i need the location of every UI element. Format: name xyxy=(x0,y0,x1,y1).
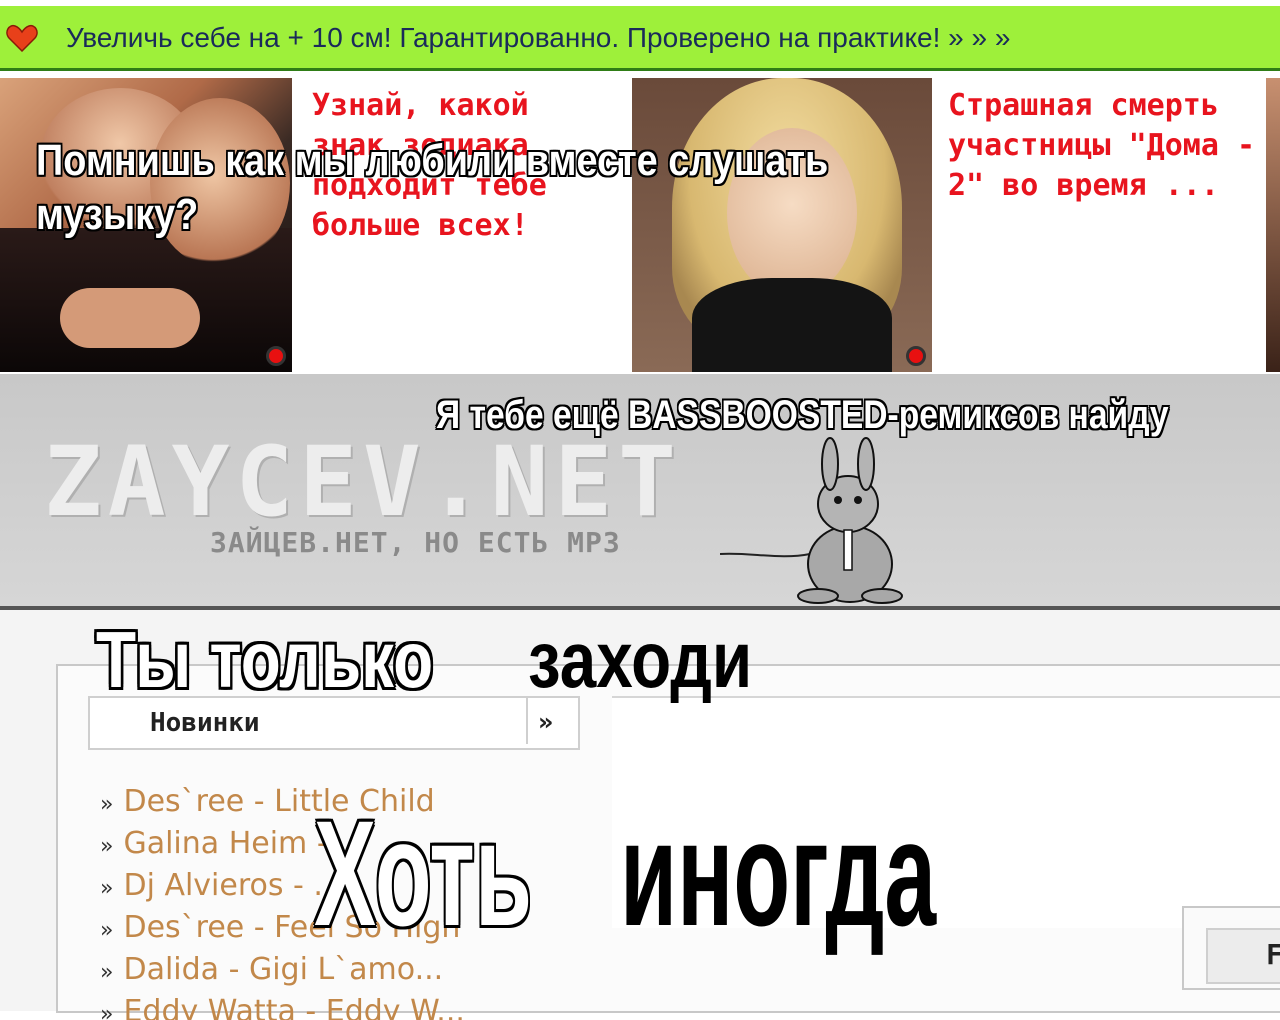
ad-close-icon[interactable] xyxy=(906,346,926,366)
list-item[interactable]: » Eddy Watta - Eddy W... xyxy=(100,992,465,1020)
bunny-mascot-icon xyxy=(720,437,903,604)
caption-line-1: Помнишь как мы любили вместе слушать муз… xyxy=(36,134,896,242)
track-link[interactable]: Eddy Watta - Eddy W... xyxy=(123,994,464,1020)
side-button-label: F xyxy=(1266,938,1280,971)
bullet-icon: » xyxy=(100,1002,114,1020)
top-ad-banner[interactable]: Увеличь себе на + 10 см! Гарантированно.… xyxy=(0,6,1280,71)
top-ad-bar[interactable]: Увеличь себе на + 10 см! Гарантированно.… xyxy=(0,0,1280,78)
site-slogan: ЗАЙЦЕВ.НЕТ, НО ЕСТЬ MP3 xyxy=(210,526,621,559)
bullet-icon: » xyxy=(100,960,114,985)
caption-line-4-black: иногда xyxy=(620,789,937,957)
caption-text: Я тебе ещё BASSBOOSTED-ремиксов найду xyxy=(436,393,1169,437)
ad-close-icon[interactable] xyxy=(266,346,286,366)
bullet-icon: » xyxy=(100,876,114,901)
edge-photo xyxy=(1266,78,1280,372)
new-releases-title: Новинки xyxy=(150,708,260,738)
bullet-icon: » xyxy=(100,834,114,859)
bullet-icon: » xyxy=(100,792,114,817)
caption-text: Помнишь как мы любили вместе слушать муз… xyxy=(36,136,829,239)
caption-line-4-white: Хоть xyxy=(314,789,533,957)
ad-text-dom2[interactable]: Страшная смерть участницы "Дома - 2" во … xyxy=(948,86,1268,206)
heart-icon xyxy=(6,24,38,52)
site-logo[interactable]: ZAYCEV.NET xyxy=(44,426,682,538)
bullet-icon: » xyxy=(100,918,114,943)
track-link[interactable]: Dj Alvieros - ... xyxy=(123,868,342,903)
caption-line-3-black: заходи xyxy=(528,615,753,704)
caption-line-3-white: Ты только xyxy=(96,615,434,704)
chevron-right-icon[interactable]: » xyxy=(538,708,554,736)
top-ad-text[interactable]: Увеличь себе на + 10 см! Гарантированно.… xyxy=(66,22,1010,54)
caption-line-2: Я тебе ещё BASSBOOSTED-ремиксов найду xyxy=(436,390,1226,440)
